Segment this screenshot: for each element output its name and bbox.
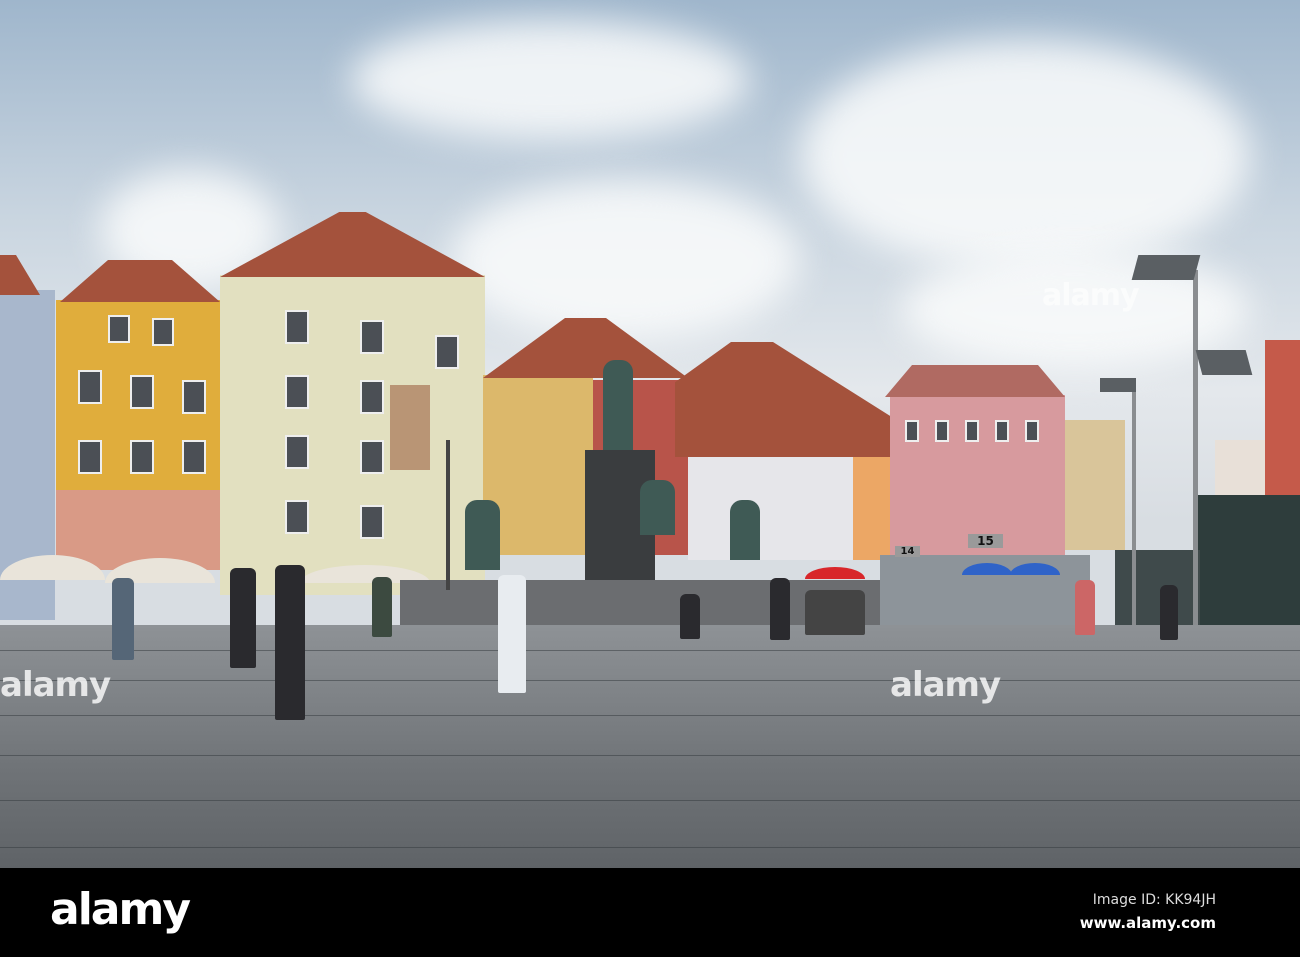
watermark: alamy <box>890 665 1001 705</box>
person <box>112 578 134 660</box>
kiosk-number: 15 <box>968 534 1003 548</box>
building-pink <box>890 395 1065 555</box>
kiosk-number: 14 <box>895 546 920 557</box>
watermark: alamy <box>1042 278 1140 313</box>
alamy-logo: alamy <box>50 884 191 935</box>
street-light <box>1193 270 1198 650</box>
plaza-pavement <box>0 625 1300 868</box>
footer-bar <box>0 868 1300 957</box>
person <box>275 565 305 720</box>
watermark: alamy <box>0 665 111 705</box>
image-id: Image ID: KK94JH <box>1092 892 1216 908</box>
site-url: www.alamy.com <box>1079 914 1216 932</box>
person <box>498 575 526 693</box>
person <box>230 568 256 668</box>
photo: 14 15 alamy alamy alamy <box>0 0 1300 868</box>
